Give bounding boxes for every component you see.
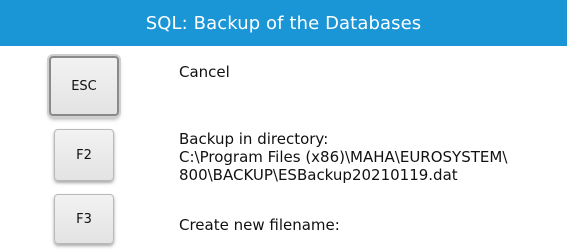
- f2-key-label: F2: [76, 147, 92, 163]
- cancel-text: Cancel: [179, 63, 230, 81]
- f3-key-button[interactable]: F3: [54, 194, 114, 244]
- cancel-label: Cancel: [179, 63, 230, 81]
- f2-key-button[interactable]: F2: [54, 129, 114, 181]
- backup-path-line-2: 800\BACKUP\ESBackup20210119.dat: [179, 166, 458, 184]
- esc-key-label: ESC: [71, 78, 97, 94]
- backup-directory-label: Backup in directory: C:\Program Files (x…: [179, 130, 507, 184]
- dialog-title: SQL: Backup of the Databases: [145, 12, 422, 34]
- create-filename-text: Create new filename:: [179, 216, 340, 234]
- create-filename-label: Create new filename:: [179, 216, 340, 234]
- esc-key-button[interactable]: ESC: [49, 56, 119, 116]
- f3-key-label: F3: [76, 211, 92, 227]
- backup-directory-title: Backup in directory:: [179, 130, 329, 148]
- backup-path-line-1: C:\Program Files (x86)\MAHA\EUROSYSTEM\: [179, 148, 508, 166]
- dialog-title-bar: SQL: Backup of the Databases: [0, 0, 567, 46]
